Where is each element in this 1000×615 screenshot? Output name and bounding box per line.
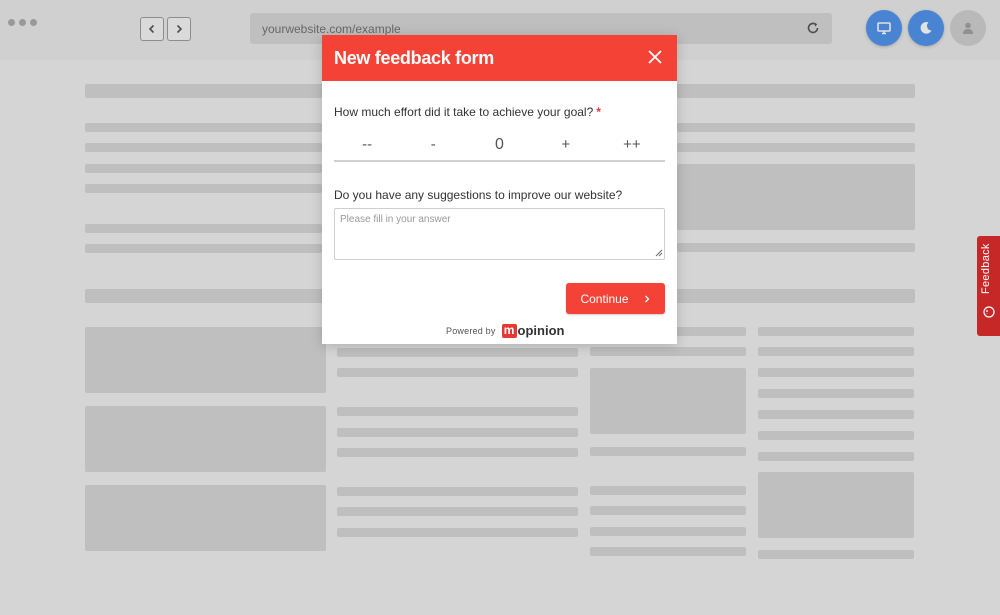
close-icon[interactable] [647,49,663,65]
modal-header: New feedback form [322,35,677,81]
effort-question-text: How much effort did it take to achieve y… [334,105,594,119]
scale-option-very-high[interactable]: ++ [599,132,665,160]
powered-by: Powered by m opinion [446,323,564,338]
feedback-side-tab[interactable]: Feedback [977,236,1000,336]
logo-text: opinion [517,323,565,338]
continue-label: Continue [580,291,629,306]
chevron-right-icon [644,295,649,302]
powered-by-text: Powered by [446,325,496,336]
modal-title: New feedback form [334,48,494,68]
required-marker: * [596,105,601,119]
suggestion-answer-field[interactable] [334,208,665,260]
scale-option-high[interactable]: + [533,132,599,160]
scale-option-neutral[interactable]: 0 [466,132,532,160]
suggestion-question: Do you have any suggestions to improve o… [334,188,623,202]
scale-option-very-low[interactable]: -- [334,132,400,160]
resize-handle-icon[interactable] [655,249,663,257]
scale-option-low[interactable]: - [400,132,466,160]
logo-mark: m [501,323,517,338]
alert-circle-icon [983,306,995,318]
continue-button[interactable]: Continue [566,283,665,314]
feedback-tab-label: Feedback [980,243,992,294]
effort-question: How much effort did it take to achieve y… [334,105,601,119]
effort-scale: -- - 0 + ++ [334,132,665,162]
mopinion-logo[interactable]: m opinion [501,323,565,338]
feedback-modal: New feedback form How much effort did it… [322,35,677,344]
